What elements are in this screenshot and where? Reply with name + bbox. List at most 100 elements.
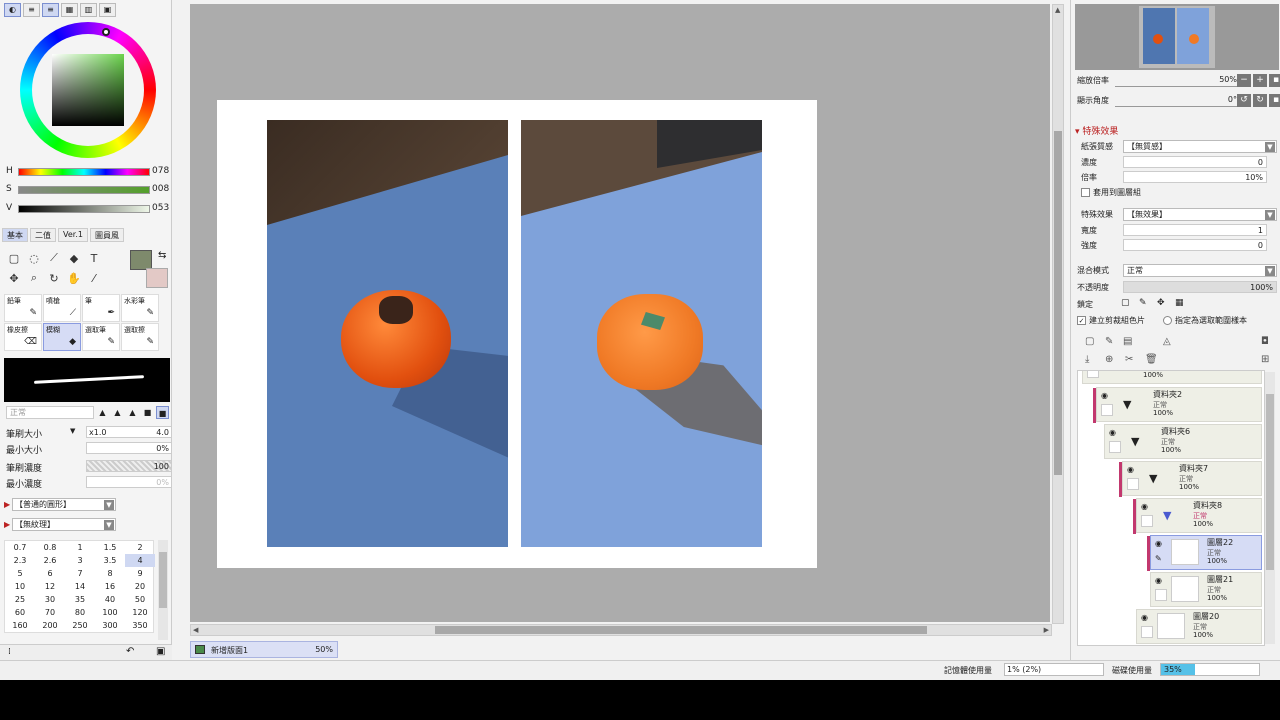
size-preset[interactable]: 2.3	[5, 554, 35, 567]
texture-dropdown[interactable]: 【無質感】 ▼	[1123, 140, 1277, 153]
blend-dropdown[interactable]: 正常 ▼	[1123, 264, 1277, 277]
brush-select-pen[interactable]: 選取筆 ✎	[82, 323, 120, 351]
navigator-thumbnail[interactable]	[1139, 6, 1215, 68]
tip-1-icon[interactable]: ▲	[96, 406, 109, 419]
lock-paint-icon[interactable]: ✎	[1139, 298, 1147, 308]
apply-all-checkbox[interactable]	[1081, 188, 1090, 197]
tip-2-icon[interactable]: ▲	[111, 406, 124, 419]
tab-binary[interactable]: 二值	[30, 228, 56, 242]
move-icon[interactable]: ✥	[4, 268, 24, 288]
size-preset[interactable]: 60	[5, 606, 35, 619]
scroll-left-icon[interactable]: ◀	[193, 626, 198, 634]
size-preset[interactable]: 4	[125, 554, 155, 567]
value-slider[interactable]: V 053	[4, 203, 170, 217]
rect-select-icon[interactable]: ▢	[4, 248, 24, 268]
hue-bar[interactable]	[18, 168, 150, 176]
scroll-up-icon[interactable]: ▲	[1055, 6, 1060, 14]
size-preset[interactable]: 40	[95, 593, 125, 606]
folder-row[interactable]: ◉ ▼ 資料夾7 正常 100%	[1119, 461, 1262, 497]
effect-dropdown[interactable]: 【無效果】 ▼	[1123, 208, 1277, 221]
zoom-slider[interactable]	[1115, 86, 1239, 87]
size-preset[interactable]: 5	[5, 567, 35, 580]
palette-mode-button[interactable]: ▦	[61, 3, 78, 17]
size-preset[interactable]: 30	[35, 593, 65, 606]
layer-row[interactable]: ◉ 圖層20 正常 100%	[1136, 609, 1262, 644]
folder-expand-icon[interactable]: ▼	[1163, 509, 1171, 522]
angle-slider[interactable]	[1115, 106, 1239, 107]
tab-ver1[interactable]: Ver.1	[58, 228, 88, 242]
size-preset[interactable]: 12	[35, 580, 65, 593]
eye-icon[interactable]: ◉	[1155, 576, 1162, 585]
canvas-vertical-scrollbar[interactable]: ▲	[1052, 4, 1064, 624]
size-preset[interactable]: 14	[65, 580, 95, 593]
size-preset[interactable]: 120	[125, 606, 155, 619]
tip-4-icon[interactable]: ■	[141, 406, 154, 419]
layer-list-scrollbar[interactable]	[1265, 372, 1275, 644]
move-layer-icon[interactable]: ◆	[64, 248, 84, 268]
brush-size-field[interactable]: x1.0 4.0	[86, 426, 172, 438]
size-preset[interactable]: 70	[35, 606, 65, 619]
folder-expand-icon[interactable]: ▼	[1123, 398, 1131, 411]
brush-pen[interactable]: 筆 ✒	[82, 294, 120, 322]
folder-row[interactable]: ◉ ▼ 資料夾2 正常 100%	[1093, 387, 1262, 423]
canvas-paper[interactable]	[217, 100, 817, 568]
size-preset[interactable]: 25	[5, 593, 35, 606]
size-preset[interactable]: 80	[65, 606, 95, 619]
layer-row[interactable]: ◉ 圖層21 正常 100%	[1150, 572, 1262, 607]
lasso-icon[interactable]: ◌	[24, 248, 44, 268]
eye-icon[interactable]: ◉	[1155, 539, 1162, 548]
folder-row[interactable]: ◉ ▼ 資料夾8 正常 100%	[1133, 498, 1262, 534]
zoom-out-button[interactable]: −	[1237, 74, 1251, 87]
eye-icon[interactable]: ◉	[1127, 465, 1134, 474]
brush-eraser[interactable]: 橡皮擦 ⌫	[4, 323, 42, 351]
new-layer-icon[interactable]: ▢	[1085, 336, 1094, 347]
size-preset[interactable]: 0.7	[5, 541, 35, 554]
folder-expand-icon[interactable]: ▼	[1131, 435, 1139, 448]
document-tab[interactable]: 新增版面1 50%	[190, 641, 338, 658]
brush-blur[interactable]: 模糊 ◆	[43, 323, 81, 351]
horizontal-scroll-thumb[interactable]	[435, 626, 927, 634]
saturation-slider[interactable]: S 008	[4, 184, 170, 198]
swatch-mode-button[interactable]: ▥	[80, 3, 97, 17]
new-linework-icon[interactable]: ✎	[1105, 336, 1113, 347]
text-tool-icon[interactable]: T	[84, 248, 104, 268]
canvas-horizontal-scrollbar[interactable]: ◀ ▶	[190, 624, 1052, 636]
hue-marker[interactable]	[102, 28, 110, 36]
size-preset[interactable]: 1	[65, 541, 95, 554]
density-field[interactable]: 100	[86, 460, 172, 472]
eye-icon[interactable]: ◉	[1109, 428, 1116, 437]
color-wheel[interactable]	[20, 22, 156, 158]
scratchpad-mode-button[interactable]: ▣	[99, 3, 116, 17]
size-preset[interactable]: 16	[95, 580, 125, 593]
transfer-down-icon[interactable]: ⤓	[1085, 354, 1089, 365]
folder-expand-icon[interactable]: ▼	[1149, 472, 1157, 485]
color-wheel-mode-button[interactable]: ◐	[4, 3, 21, 17]
layer-properties-icon[interactable]: ⊞	[1261, 354, 1269, 365]
size-preset[interactable]: 160	[5, 619, 35, 632]
rotate-reset-button[interactable]: ▪	[1269, 94, 1280, 107]
expand-icon[interactable]: ▶	[4, 520, 10, 529]
saturation-value-square[interactable]	[52, 54, 124, 126]
scale-field[interactable]: 10%	[1123, 171, 1267, 183]
zoom-in-button[interactable]: +	[1253, 74, 1267, 87]
lock-transparency-icon[interactable]: ▢	[1121, 298, 1130, 308]
lock-move-icon[interactable]: ✥	[1157, 298, 1165, 308]
tip-3-icon[interactable]: ▲	[126, 406, 139, 419]
brush-pencil[interactable]: 鉛筆 ✎	[4, 294, 42, 322]
scroll-right-icon[interactable]: ▶	[1044, 626, 1049, 634]
min-density-field[interactable]: 0%	[86, 476, 172, 488]
strength-field[interactable]: 0	[1123, 156, 1267, 168]
magic-wand-icon[interactable]: ⟋	[44, 248, 64, 268]
opacity-slider[interactable]: 100%	[1123, 281, 1277, 293]
chevron-down-icon[interactable]: ▼	[70, 427, 75, 435]
zoom-icon[interactable]: ⌕	[24, 268, 44, 288]
expand-icon[interactable]: ▶	[4, 500, 10, 509]
size-preset[interactable]: 250	[65, 619, 95, 632]
clip-checkbox[interactable]: ✓	[1077, 316, 1086, 325]
size-preset[interactable]: 300	[95, 619, 125, 632]
lock-all-icon[interactable]: ▦	[1175, 298, 1184, 308]
save-preset-icon[interactable]: ▣	[156, 646, 165, 657]
rotate-icon[interactable]: ↻	[44, 268, 64, 288]
size-preset[interactable]: 50	[125, 593, 155, 606]
size-preset[interactable]: 2	[125, 541, 155, 554]
